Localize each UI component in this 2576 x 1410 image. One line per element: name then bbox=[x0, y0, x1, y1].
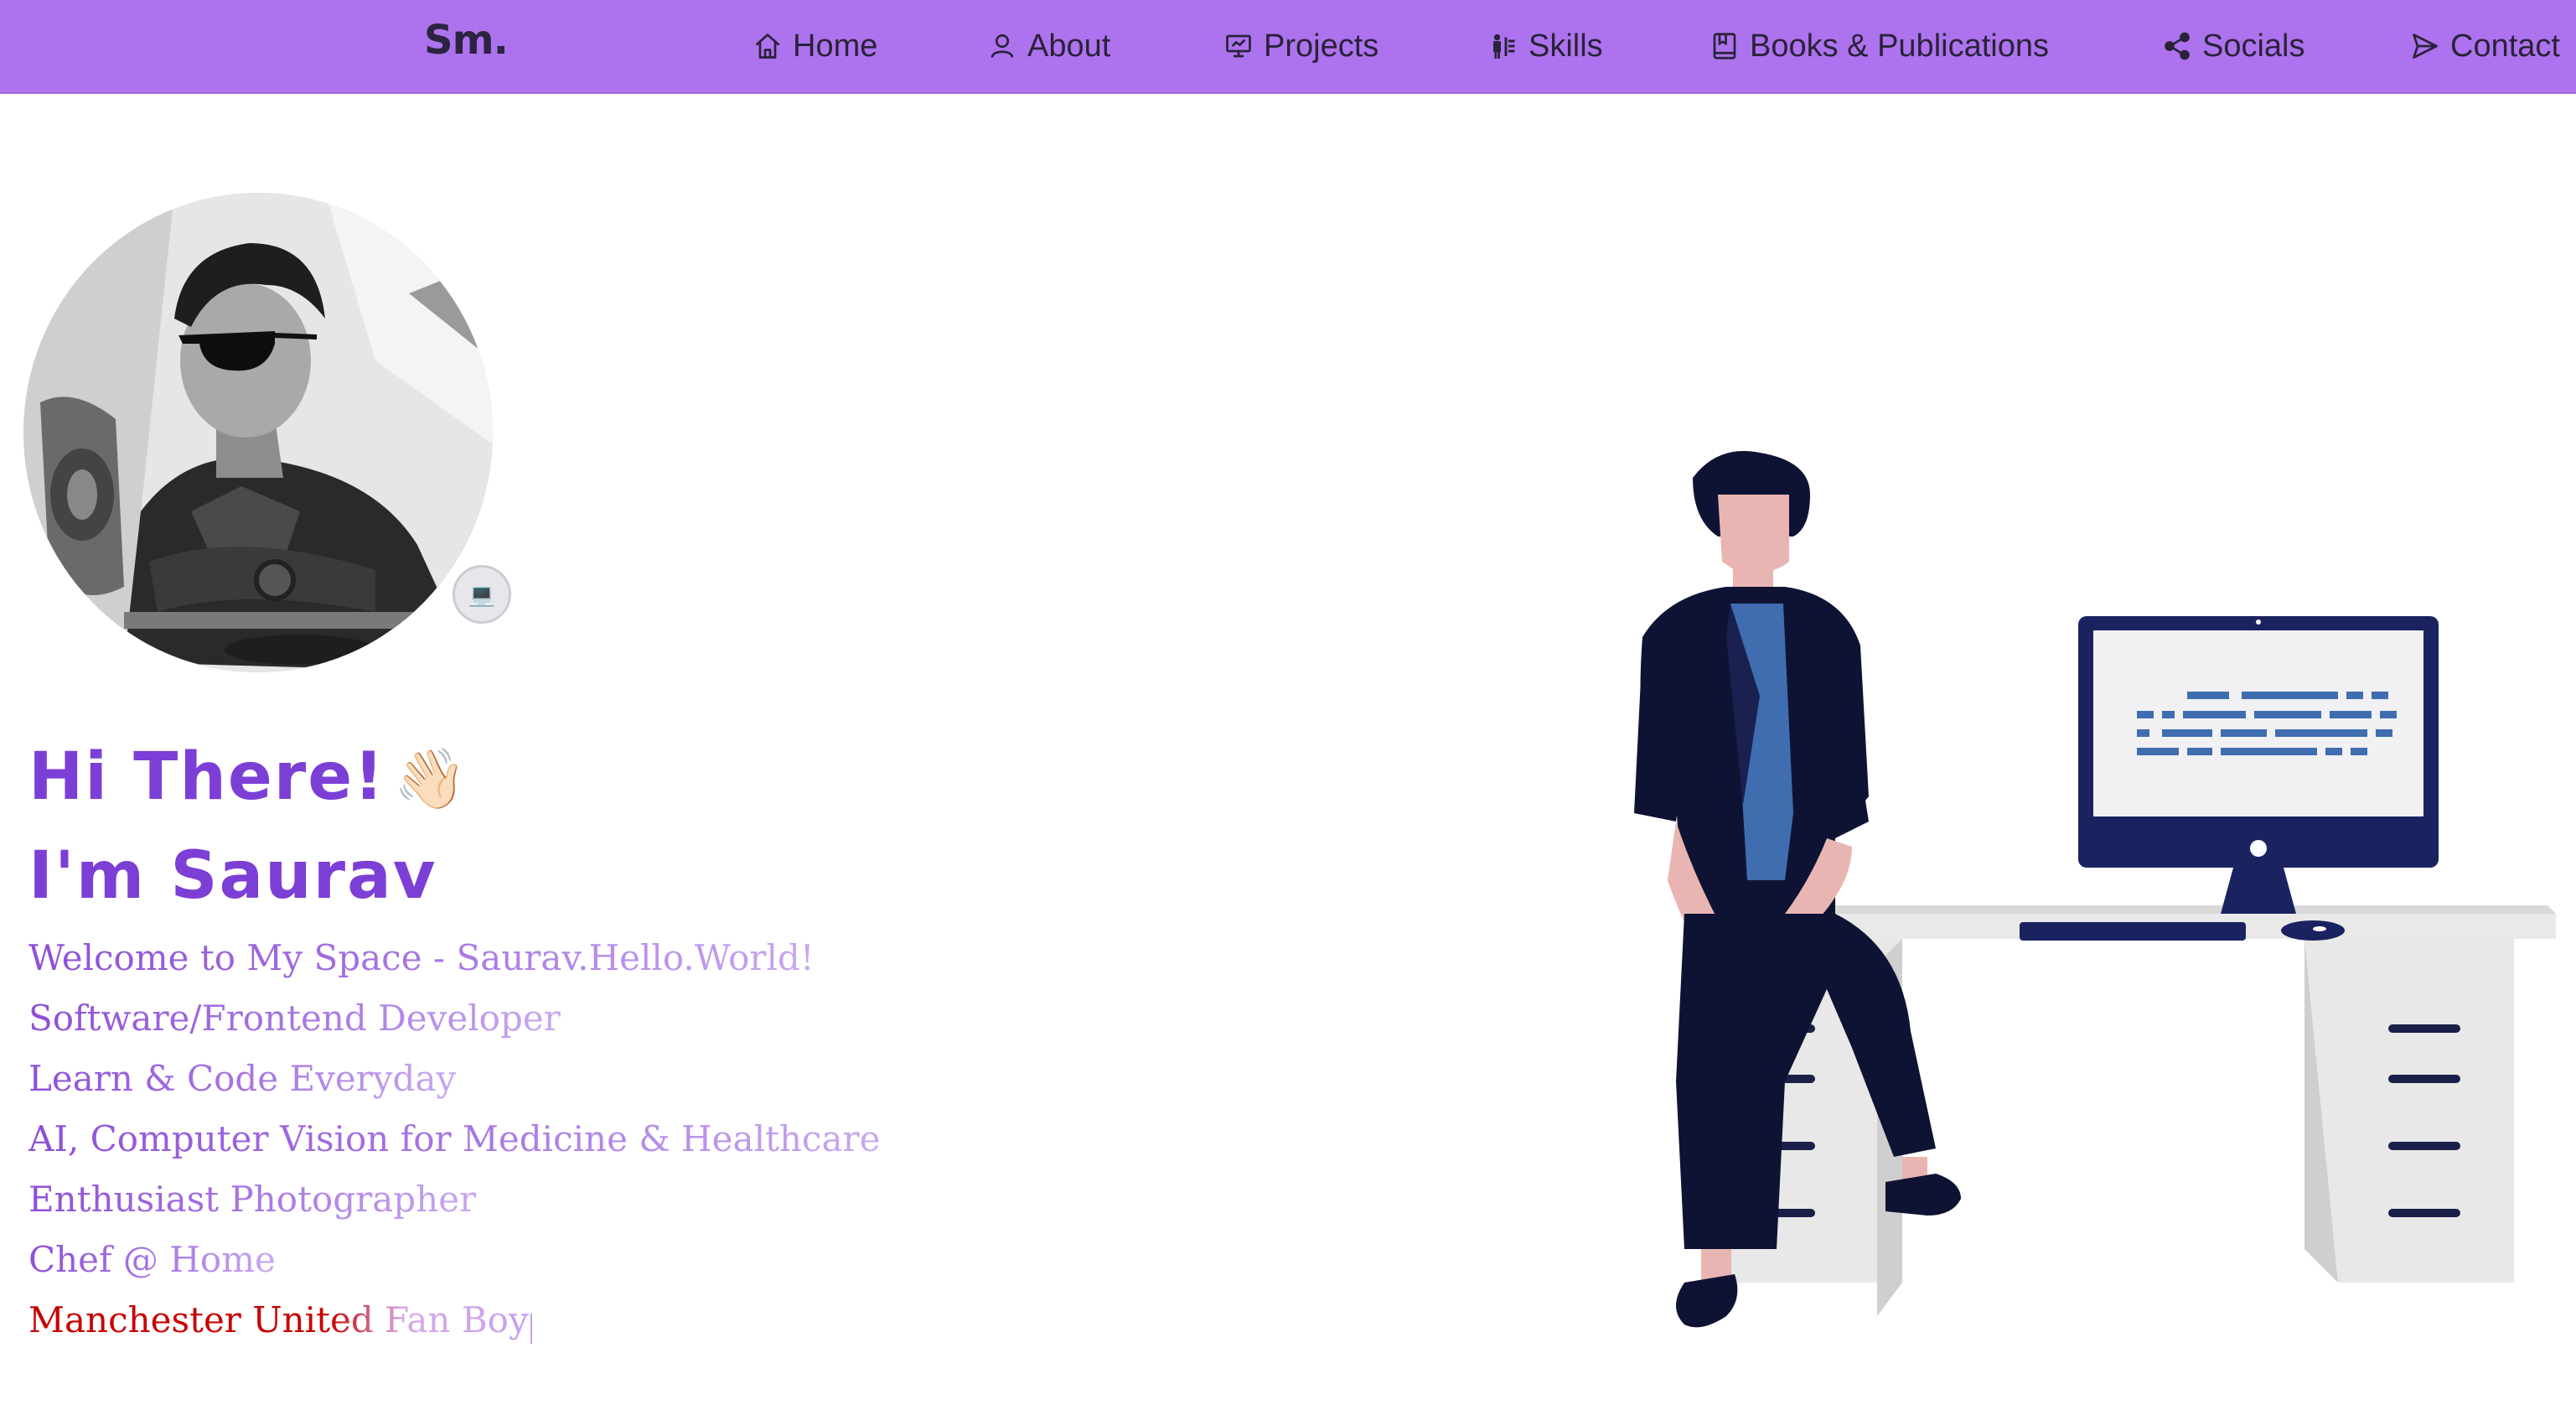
status-badge: 💻 bbox=[453, 565, 511, 624]
nav-home-label: Home bbox=[793, 28, 878, 64]
nav-home[interactable]: Home bbox=[753, 25, 877, 67]
typewriter-line: Manchester United Fan Boy bbox=[28, 1299, 532, 1344]
nav-contact[interactable]: Contact bbox=[2410, 25, 2560, 67]
name-heading: I'm Saurav bbox=[28, 838, 437, 914]
laptop-emoji-icon: 💻 bbox=[468, 581, 496, 607]
nav-contact-label: Contact bbox=[2450, 28, 2560, 64]
nav-books-label: Books & Publications bbox=[1750, 28, 2049, 64]
tagline-ai-cv: AI, Computer Vision for Medicine & Healt… bbox=[28, 1118, 881, 1159]
profile-avatar: 💻 bbox=[23, 193, 511, 672]
nav-projects-label: Projects bbox=[1264, 28, 1379, 64]
tagline-welcome: Welcome to My Space - Saurav.Hello.World… bbox=[28, 937, 815, 978]
waving-hand-icon: 👋🏻 bbox=[393, 744, 468, 813]
nav-skills-label: Skills bbox=[1529, 28, 1603, 64]
nav-books[interactable]: Books & Publications bbox=[1710, 25, 2049, 67]
navbar: Sm. Home About Projects Skills Books & P… bbox=[0, 0, 2576, 94]
developer-desk-illustration bbox=[1584, 444, 2564, 1366]
tagline-photographer: Enthusiast Photographer bbox=[28, 1179, 477, 1220]
avatar-photo bbox=[23, 193, 493, 672]
nav-about-label: About bbox=[1027, 28, 1111, 64]
home-icon bbox=[755, 34, 780, 59]
greeting-heading: Hi There! 👋🏻 bbox=[28, 739, 468, 815]
skills-icon bbox=[1493, 34, 1515, 59]
user-icon bbox=[991, 34, 1014, 58]
book-icon bbox=[1713, 33, 1736, 60]
typing-caret bbox=[530, 1313, 532, 1344]
presentation-icon bbox=[1226, 34, 1251, 58]
share-icon bbox=[2165, 32, 2190, 60]
tagline-manutd: Manchester United Fan Boy bbox=[28, 1299, 529, 1340]
nav-socials-label: Socials bbox=[2202, 28, 2305, 64]
tagline-learn-code: Learn & Code Everyday bbox=[28, 1058, 457, 1099]
greeting-hi-there: Hi There! bbox=[28, 739, 385, 815]
nav-socials[interactable]: Socials bbox=[2162, 25, 2305, 67]
nav-skills[interactable]: Skills bbox=[1488, 25, 1603, 67]
site-logo[interactable]: Sm. bbox=[424, 17, 509, 64]
tagline-chef: Chef @ Home bbox=[28, 1239, 276, 1280]
nav-about[interactable]: About bbox=[987, 25, 1110, 67]
tagline-developer: Software/Frontend Developer bbox=[28, 998, 561, 1039]
send-icon bbox=[2413, 34, 2438, 59]
nav-projects[interactable]: Projects bbox=[1223, 25, 1379, 67]
